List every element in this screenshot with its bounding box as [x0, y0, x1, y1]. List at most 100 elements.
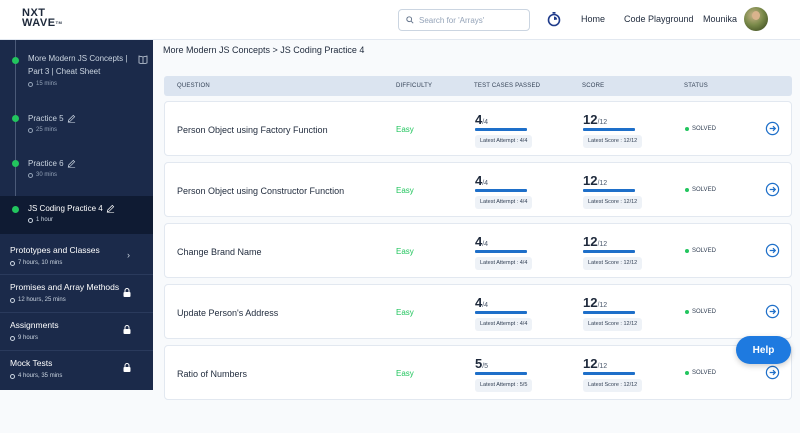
- lock-icon: [123, 288, 131, 297]
- sidebar-topic-assignments[interactable]: Assignments 9 hours: [0, 313, 153, 350]
- topic-title: Prototypes and Classes: [10, 245, 100, 255]
- latest-score-badge: Latest Score : 12/12: [583, 196, 643, 209]
- clock-icon: [10, 297, 15, 303]
- completed-dot-icon: [12, 206, 19, 213]
- course-sidebar: More Modern JS Concepts | Part 3 | Cheat…: [0, 40, 153, 390]
- score-value: 12: [583, 356, 598, 371]
- difficulty-label: Easy: [396, 369, 414, 378]
- pencil-icon: [106, 205, 114, 214]
- search-box[interactable]: [398, 9, 530, 31]
- table-row[interactable]: Person Object using Constructor Function…: [164, 162, 792, 217]
- test-cases-progress-bar: [475, 372, 527, 375]
- score-progress-bar: [583, 250, 635, 253]
- completed-dot-icon: [12, 57, 19, 64]
- question-title[interactable]: Ratio of Numbers: [177, 369, 247, 379]
- nav-home-link[interactable]: Home: [581, 14, 605, 24]
- sidebar-topic-prototypes-and-classes[interactable]: Prototypes and Classes 7 hours, 10 mins …: [0, 238, 153, 274]
- pencil-icon: [67, 115, 75, 124]
- sidebar-session-cheat-sheet[interactable]: More Modern JS Concepts | Part 3 | Cheat…: [0, 50, 153, 96]
- pencil-icon: [67, 160, 75, 169]
- session-duration: 15 mins: [28, 81, 57, 87]
- table-row[interactable]: Ratio of Numbers Easy 5/5 Latest Attempt…: [164, 345, 792, 400]
- topic-title: Assignments: [10, 320, 59, 330]
- question-title[interactable]: Person Object using Factory Function: [177, 125, 328, 135]
- score-total: /12: [597, 119, 608, 126]
- arrow-right-circle-icon[interactable]: [765, 121, 780, 136]
- clock-icon: [10, 260, 15, 266]
- arrow-right-circle-icon[interactable]: [765, 243, 780, 258]
- nav-code-playground-link[interactable]: Code Playground: [624, 14, 694, 24]
- col-status: STATUS: [684, 83, 708, 89]
- arrow-right-circle-icon[interactable]: [765, 182, 780, 197]
- lock-icon: [123, 325, 131, 334]
- score-value: 12: [583, 173, 598, 188]
- table-row[interactable]: Update Person's Address Easy 4/4 Latest …: [164, 284, 792, 339]
- help-button[interactable]: Help: [736, 336, 791, 364]
- test-cases-cell: 4/4 Latest Attempt : 4/4: [475, 111, 533, 148]
- score-value: 12: [583, 112, 598, 127]
- score-total: /12: [597, 302, 608, 309]
- search-icon: [406, 16, 414, 24]
- score-cell: 12/12 Latest Score : 12/12: [583, 111, 643, 148]
- test-cases-total: /4: [482, 180, 489, 187]
- score-value: 12: [583, 234, 598, 249]
- topic-title: Mock Tests: [10, 358, 53, 368]
- score-progress-bar: [583, 189, 635, 192]
- col-test-cases: TEST CASES PASSED: [474, 83, 541, 89]
- stopwatch-icon[interactable]: [546, 11, 562, 27]
- score-total: /12: [597, 180, 608, 187]
- session-title-line2: Part 3 | Cheat Sheet: [28, 67, 101, 76]
- user-name[interactable]: Mounika: [703, 14, 737, 24]
- table-row[interactable]: Person Object using Factory Function Eas…: [164, 101, 792, 156]
- clock-icon: [10, 335, 15, 341]
- logo-tm: TM: [55, 20, 63, 25]
- session-duration: 30 mins: [28, 172, 57, 178]
- sidebar-session-practice-5[interactable]: Practice 5 25 mins: [0, 110, 153, 140]
- score-progress-bar: [583, 128, 635, 131]
- difficulty-label: Easy: [396, 308, 414, 317]
- clock-icon: [10, 373, 15, 379]
- score-cell: 12/12 Latest Score : 12/12: [583, 355, 643, 392]
- status-dot-icon: [685, 127, 689, 131]
- test-cases-cell: 4/4 Latest Attempt : 4/4: [475, 233, 533, 270]
- score-total: /12: [597, 241, 608, 248]
- question-title[interactable]: Person Object using Constructor Function: [177, 186, 344, 196]
- completed-dot-icon: [12, 160, 19, 167]
- latest-score-badge: Latest Score : 12/12: [583, 257, 643, 270]
- status-badge: SOLVED: [685, 309, 716, 315]
- sidebar-topic-mock-tests[interactable]: Mock Tests 4 hours, 35 mins: [0, 351, 153, 389]
- session-title: JS Coding Practice 4: [28, 202, 115, 215]
- question-title[interactable]: Update Person's Address: [177, 308, 278, 318]
- latest-score-badge: Latest Score : 12/12: [583, 318, 643, 331]
- table-row[interactable]: Change Brand Name Easy 4/4 Latest Attemp…: [164, 223, 792, 278]
- logo-line2: WAVETM: [22, 17, 63, 29]
- sidebar-session-js-coding-practice-4[interactable]: JS Coding Practice 4 1 hour: [0, 196, 153, 234]
- arrow-right-circle-icon[interactable]: [765, 365, 780, 380]
- completed-dot-icon: [12, 115, 19, 122]
- search-input[interactable]: [419, 15, 524, 25]
- avatar[interactable]: [744, 7, 768, 31]
- test-cases-progress-bar: [475, 311, 527, 314]
- latest-attempt-badge: Latest Attempt : 4/4: [475, 196, 533, 209]
- col-question: QUESTION: [177, 83, 210, 89]
- sidebar-topic-promises-and-array-methods[interactable]: Promises and Array Methods 12 hours, 25 …: [0, 275, 153, 312]
- breadcrumb[interactable]: More Modern JS Concepts > JS Coding Prac…: [163, 45, 364, 55]
- status-badge: SOLVED: [685, 126, 716, 132]
- question-title[interactable]: Change Brand Name: [177, 247, 262, 257]
- test-cases-progress-bar: [475, 189, 527, 192]
- arrow-right-circle-icon[interactable]: [765, 304, 780, 319]
- session-duration: 25 mins: [28, 127, 57, 133]
- latest-score-badge: Latest Score : 12/12: [583, 379, 643, 392]
- chevron-right-icon: ›: [127, 250, 130, 260]
- test-cases-total: /4: [482, 119, 489, 126]
- latest-attempt-badge: Latest Attempt : 4/4: [475, 135, 533, 148]
- topic-title: Promises and Array Methods: [10, 282, 120, 292]
- session-duration: 1 hour: [28, 217, 53, 223]
- nxtwave-logo[interactable]: NXT WAVETM: [22, 8, 63, 29]
- topic-duration: 9 hours: [10, 335, 38, 341]
- test-cases-progress-bar: [475, 128, 527, 131]
- score-value: 12: [583, 295, 598, 310]
- status-badge: SOLVED: [685, 248, 716, 254]
- sidebar-session-practice-6[interactable]: Practice 6 30 mins: [0, 155, 153, 185]
- test-cases-total: /4: [482, 241, 489, 248]
